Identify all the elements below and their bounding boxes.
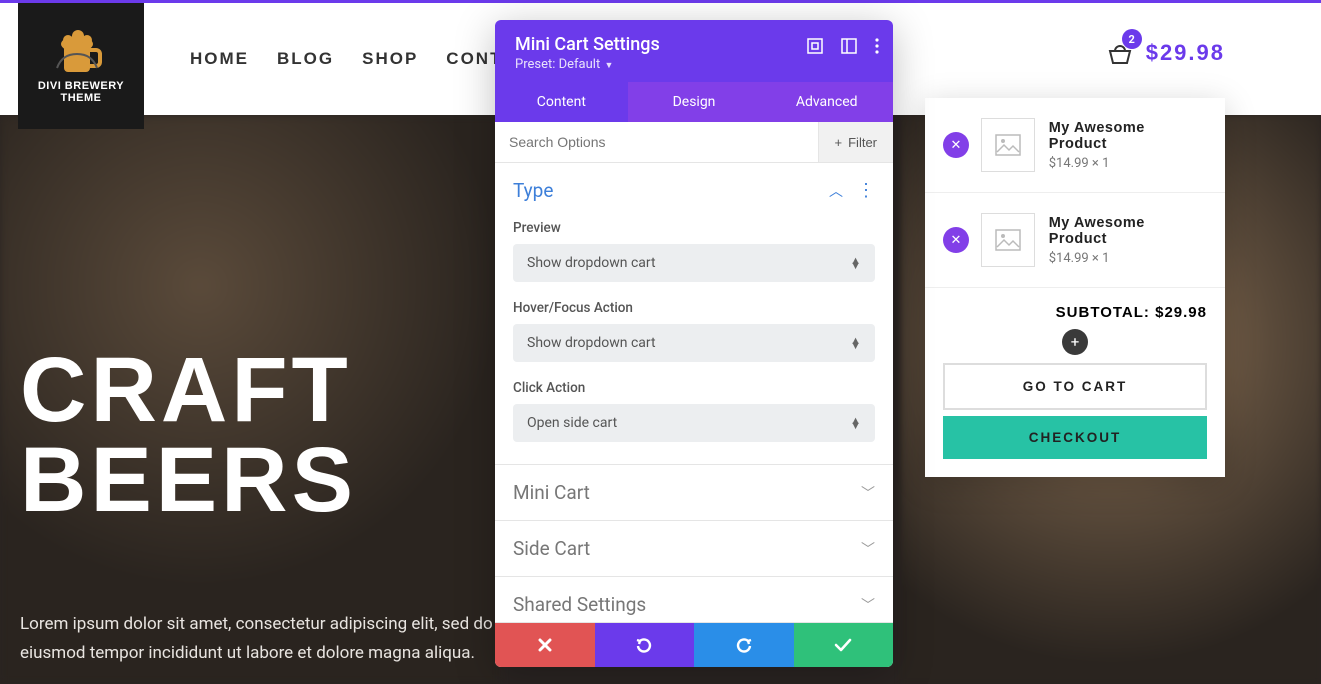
cart-subtotal: SUBTOTAL: $29.98 (925, 288, 1225, 329)
close-icon: ✕ (951, 233, 962, 248)
settings-panel: Mini Cart Settings Preset: Default ▼ Con… (495, 20, 893, 667)
select-arrows-icon: ▲▼ (850, 418, 861, 429)
chevron-down-icon: ﹀ (861, 595, 875, 615)
cart-count-badge: 2 (1122, 29, 1142, 49)
hero-title: CRAFT BEERS (20, 345, 357, 525)
preview-value: Show dropdown cart (527, 255, 656, 271)
logo-text: DIVI BREWERY THEME (18, 80, 144, 104)
go-to-cart-button[interactable]: GO TO CART (943, 363, 1207, 410)
hover-action-label: Hover/Focus Action (513, 300, 875, 316)
plus-icon: + (1071, 333, 1080, 351)
check-icon (834, 638, 852, 652)
panel-layout-icon[interactable] (841, 38, 857, 54)
cart-widget[interactable]: 2 $29.98 (1106, 39, 1225, 67)
hover-action-select[interactable]: Show dropdown cart ▲▼ (513, 324, 875, 362)
select-arrows-icon: ▲▼ (850, 258, 861, 269)
close-icon (538, 638, 552, 652)
section-mini-cart-header[interactable]: Mini Cart ﹀ (495, 465, 893, 520)
site-logo[interactable]: DIVI BREWERY THEME (18, 3, 144, 129)
section-mini-cart-title: Mini Cart (513, 481, 590, 504)
close-icon: ✕ (951, 138, 962, 153)
cancel-button[interactable] (495, 623, 595, 667)
panel-footer (495, 623, 893, 667)
add-section-button[interactable]: + (1062, 329, 1088, 355)
search-input[interactable] (495, 122, 818, 162)
preview-label: Preview (513, 220, 875, 236)
search-row: + Filter (495, 122, 893, 163)
product-thumbnail (981, 118, 1035, 172)
mini-cart-dropdown: ✕ My Awesome Product $14.99 × 1 ✕ My Awe… (925, 98, 1225, 477)
filter-label: Filter (848, 135, 877, 150)
image-placeholder-icon (995, 229, 1021, 251)
click-action-label: Click Action (513, 380, 875, 396)
hero-paragraph: Lorem ipsum dolor sit amet, consectetur … (20, 610, 510, 668)
cart-item-price: $14.99 × 1 (1049, 251, 1207, 266)
remove-item-button[interactable]: ✕ (943, 132, 969, 158)
section-type: Type ︿ ⋮ Preview Show dropdown cart ▲▼ H… (495, 163, 893, 465)
section-shared-settings: Shared Settings ﹀ (495, 577, 893, 623)
cart-total: $29.98 (1146, 40, 1225, 66)
plus-icon: + (835, 135, 843, 150)
redo-button[interactable] (694, 623, 794, 667)
save-button[interactable] (794, 623, 894, 667)
section-type-header[interactable]: Type ︿ ⋮ (495, 163, 893, 218)
section-side-cart-header[interactable]: Side Cart ﹀ (495, 521, 893, 576)
tab-content[interactable]: Content (495, 82, 628, 122)
chevron-up-icon: ︿ (829, 181, 843, 201)
preview-select[interactable]: Show dropdown cart ▲▼ (513, 244, 875, 282)
section-shared-title: Shared Settings (513, 593, 646, 616)
undo-button[interactable] (595, 623, 695, 667)
nav-blog[interactable]: Blog (277, 49, 334, 69)
click-action-value: Open side cart (527, 415, 617, 431)
cart-item-price: $14.99 × 1 (1049, 156, 1207, 171)
section-mini-cart: Mini Cart ﹀ (495, 465, 893, 521)
expand-icon[interactable] (807, 38, 823, 54)
section-side-cart-title: Side Cart (513, 537, 590, 560)
section-type-title: Type (513, 179, 553, 202)
cart-item: ✕ My Awesome Product $14.99 × 1 (925, 98, 1225, 193)
hover-action-value: Show dropdown cart (527, 335, 656, 351)
section-side-cart: Side Cart ﹀ (495, 521, 893, 577)
tab-advanced[interactable]: Advanced (760, 82, 893, 122)
cart-item: ✕ My Awesome Product $14.99 × 1 (925, 193, 1225, 288)
panel-preset[interactable]: Preset: Default ▼ (515, 57, 873, 72)
checkout-button[interactable]: CHECKOUT (943, 416, 1207, 459)
cart-item-name: My Awesome Product (1049, 120, 1207, 152)
cart-basket-icon: 2 (1106, 39, 1134, 67)
chevron-down-icon: ﹀ (861, 539, 875, 559)
chevron-down-icon: ﹀ (861, 483, 875, 503)
hero-title-line2: BEERS (20, 429, 357, 531)
kebab-menu-icon[interactable] (875, 38, 879, 54)
filter-button[interactable]: + Filter (818, 122, 893, 162)
beer-mug-icon (54, 28, 108, 74)
panel-preset-label: Preset: Default (515, 57, 600, 72)
nav-home[interactable]: Home (190, 49, 249, 69)
cart-item-name: My Awesome Product (1049, 215, 1207, 247)
product-thumbnail (981, 213, 1035, 267)
main-nav: Home Blog Shop Contact (190, 49, 542, 69)
panel-header[interactable]: Mini Cart Settings Preset: Default ▼ (495, 20, 893, 82)
image-placeholder-icon (995, 134, 1021, 156)
nav-shop[interactable]: Shop (362, 49, 418, 69)
chevron-down-icon: ▼ (602, 61, 613, 71)
redo-icon (735, 636, 753, 654)
select-arrows-icon: ▲▼ (850, 338, 861, 349)
subtotal-label: SUBTOTAL: (1056, 304, 1150, 321)
panel-tabs: Content Design Advanced (495, 82, 893, 122)
section-shared-header[interactable]: Shared Settings ﹀ (495, 577, 893, 622)
click-action-select[interactable]: Open side cart ▲▼ (513, 404, 875, 442)
hero-title-line1: CRAFT (20, 339, 352, 441)
subtotal-value: $29.98 (1155, 304, 1207, 321)
remove-item-button[interactable]: ✕ (943, 227, 969, 253)
tab-design[interactable]: Design (628, 82, 761, 122)
undo-icon (635, 636, 653, 654)
